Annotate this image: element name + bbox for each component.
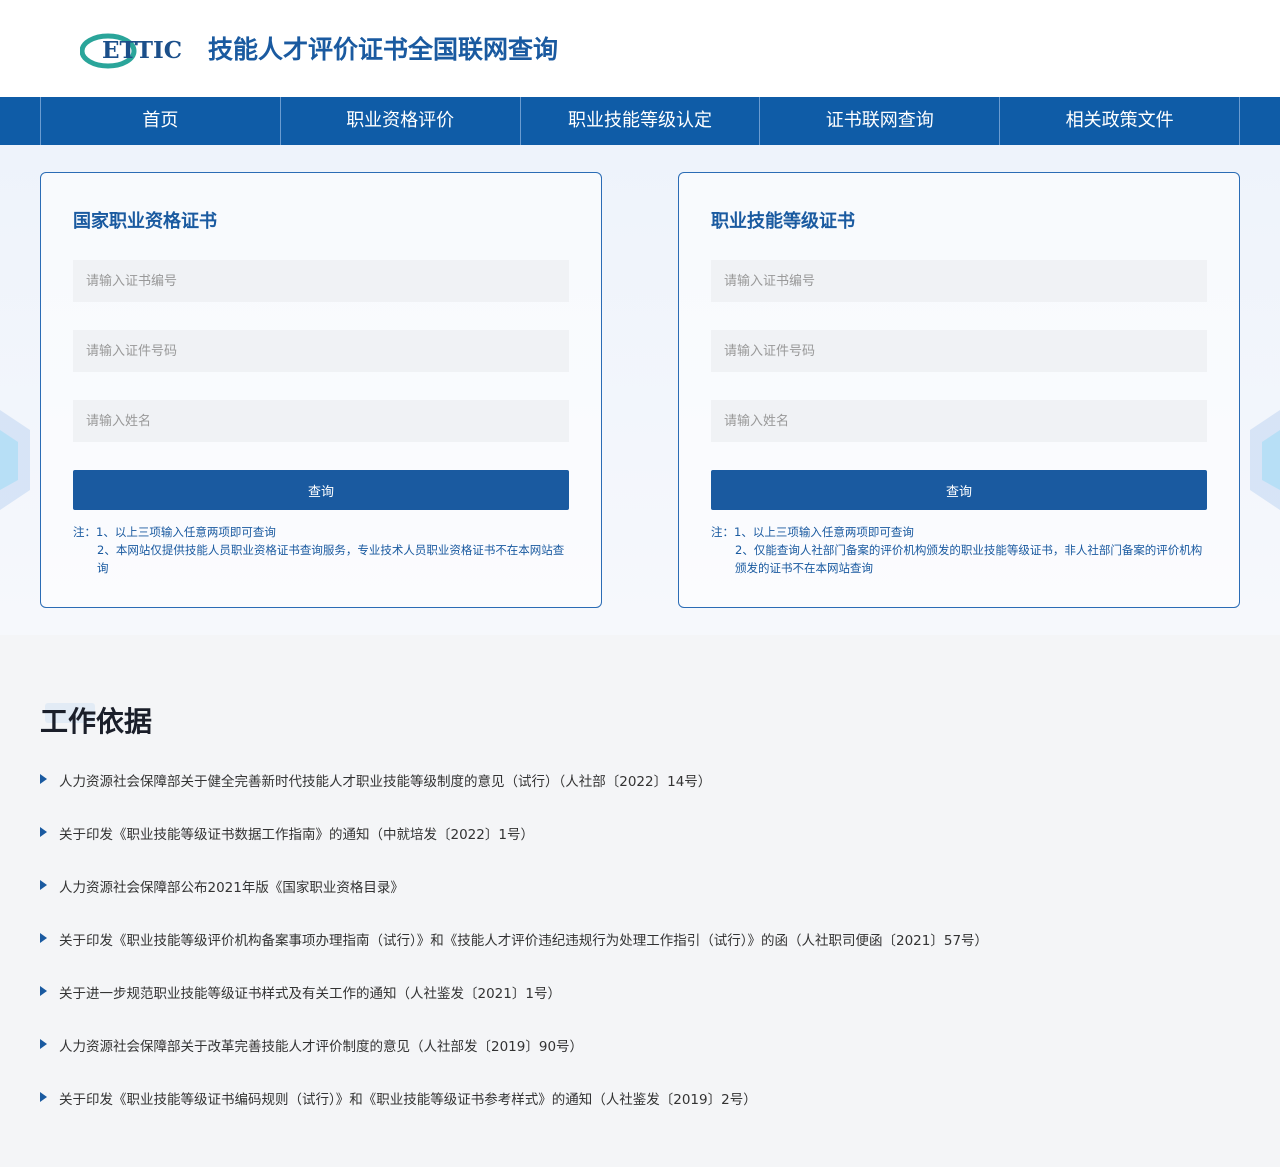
triangle-right-icon: [40, 774, 47, 784]
card-title: 国家职业资格证书: [73, 211, 217, 232]
triangle-right-icon: [40, 986, 47, 996]
ettic-logo[interactable]: ETTIC: [80, 30, 198, 70]
query-button[interactable]: 查询: [73, 470, 569, 510]
site-header: ETTIC 技能人才评价证书全国联网查询: [0, 0, 1280, 97]
logo-text: ETTIC: [102, 37, 182, 64]
policy-link[interactable]: 人力资源社会保障部公布2021年版《国家职业资格目录》: [59, 876, 404, 896]
query-area: 国家职业资格证书 查询 注：1、以上三项输入任意两项即可查询 2、本网站仅提供技…: [0, 145, 1280, 635]
site-title: 技能人才评价证书全国联网查询: [208, 35, 559, 64]
policy-item[interactable]: 人力资源社会保障部公布2021年版《国家职业资格目录》: [40, 876, 1240, 929]
policy-item[interactable]: 关于印发《职业技能等级证书数据工作指南》的通知（中就培发〔2022〕1号）: [40, 823, 1240, 876]
section-title-text: 工作依据: [40, 705, 153, 738]
name-input[interactable]: [711, 400, 1207, 442]
national-qualification-card: 国家职业资格证书 查询 注：1、以上三项输入任意两项即可查询 2、本网站仅提供技…: [40, 172, 602, 608]
work-basis-section: 工作依据 人力资源社会保障部关于健全完善新时代技能人才职业技能等级制度的意见（试…: [40, 700, 1240, 1141]
decorative-cube-left: [0, 410, 30, 510]
policy-link[interactable]: 关于进一步规范职业技能等级证书样式及有关工作的通知（人社鉴发〔2021〕1号）: [59, 982, 561, 1002]
id-number-input[interactable]: [73, 330, 569, 372]
card-title: 职业技能等级证书: [711, 211, 855, 232]
triangle-right-icon: [40, 827, 47, 837]
note-line-2: 2、仅能查询人社部门备案的评价机构颁发的职业技能等级证书，非人社部门备案的评价机…: [735, 543, 1203, 575]
note-line-1: 注：1、以上三项输入任意两项即可查询: [711, 525, 914, 539]
triangle-right-icon: [40, 933, 47, 943]
policy-item[interactable]: 关于印发《职业技能等级证书编码规则（试行）》和《职业技能等级证书参考样式》的通知…: [40, 1088, 1240, 1141]
query-note: 注：1、以上三项输入任意两项即可查询 2、本网站仅提供技能人员职业资格证书查询服…: [73, 523, 573, 577]
nav-qualification-evaluation[interactable]: 职业资格评价: [281, 97, 521, 145]
policy-list: 人力资源社会保障部关于健全完善新时代技能人才职业技能等级制度的意见（试行）（人社…: [40, 770, 1240, 1141]
policy-link[interactable]: 关于印发《职业技能等级证书编码规则（试行）》和《职业技能等级证书参考样式》的通知…: [59, 1088, 757, 1108]
id-number-input[interactable]: [711, 330, 1207, 372]
nav-skill-level-recognition[interactable]: 职业技能等级认定: [521, 97, 761, 145]
section-title: 工作依据: [40, 700, 1240, 740]
certificate-number-input[interactable]: [711, 260, 1207, 302]
nav-policy-documents[interactable]: 相关政策文件: [1000, 97, 1240, 145]
nav-home[interactable]: 首页: [41, 97, 281, 145]
triangle-right-icon: [40, 1039, 47, 1049]
nav-certificate-query[interactable]: 证书联网查询: [760, 97, 1001, 145]
note-line-1: 注：1、以上三项输入任意两项即可查询: [73, 525, 276, 539]
triangle-right-icon: [40, 1092, 47, 1102]
policy-link[interactable]: 人力资源社会保障部关于改革完善技能人才评价制度的意见（人社部发〔2019〕90号…: [59, 1035, 583, 1055]
skill-level-card: 职业技能等级证书 查询 注：1、以上三项输入任意两项即可查询 2、仅能查询人社部…: [678, 172, 1240, 608]
policy-item[interactable]: 人力资源社会保障部关于健全完善新时代技能人才职业技能等级制度的意见（试行）（人社…: [40, 770, 1240, 823]
policy-link[interactable]: 关于印发《职业技能等级评价机构备案事项办理指南（试行）》和《技能人才评价违纪违规…: [59, 929, 988, 949]
policy-item[interactable]: 关于进一步规范职业技能等级证书样式及有关工作的通知（人社鉴发〔2021〕1号）: [40, 982, 1240, 1035]
name-input[interactable]: [73, 400, 569, 442]
certificate-number-input[interactable]: [73, 260, 569, 302]
triangle-right-icon: [40, 880, 47, 890]
policy-link[interactable]: 人力资源社会保障部关于健全完善新时代技能人才职业技能等级制度的意见（试行）（人社…: [59, 770, 711, 790]
query-note: 注：1、以上三项输入任意两项即可查询 2、仅能查询人社部门备案的评价机构颁发的职…: [711, 523, 1211, 577]
policy-item[interactable]: 人力资源社会保障部关于改革完善技能人才评价制度的意见（人社部发〔2019〕90号…: [40, 1035, 1240, 1088]
main-nav: 首页 职业资格评价 职业技能等级认定 证书联网查询 相关政策文件: [0, 97, 1280, 145]
note-line-2: 2、本网站仅提供技能人员职业资格证书查询服务，专业技术人员职业资格证书不在本网站…: [97, 543, 565, 575]
policy-link[interactable]: 关于印发《职业技能等级证书数据工作指南》的通知（中就培发〔2022〕1号）: [59, 823, 534, 843]
policy-item[interactable]: 关于印发《职业技能等级评价机构备案事项办理指南（试行）》和《技能人才评价违纪违规…: [40, 929, 1240, 982]
query-button[interactable]: 查询: [711, 470, 1207, 510]
decorative-cube-right: [1250, 410, 1280, 510]
